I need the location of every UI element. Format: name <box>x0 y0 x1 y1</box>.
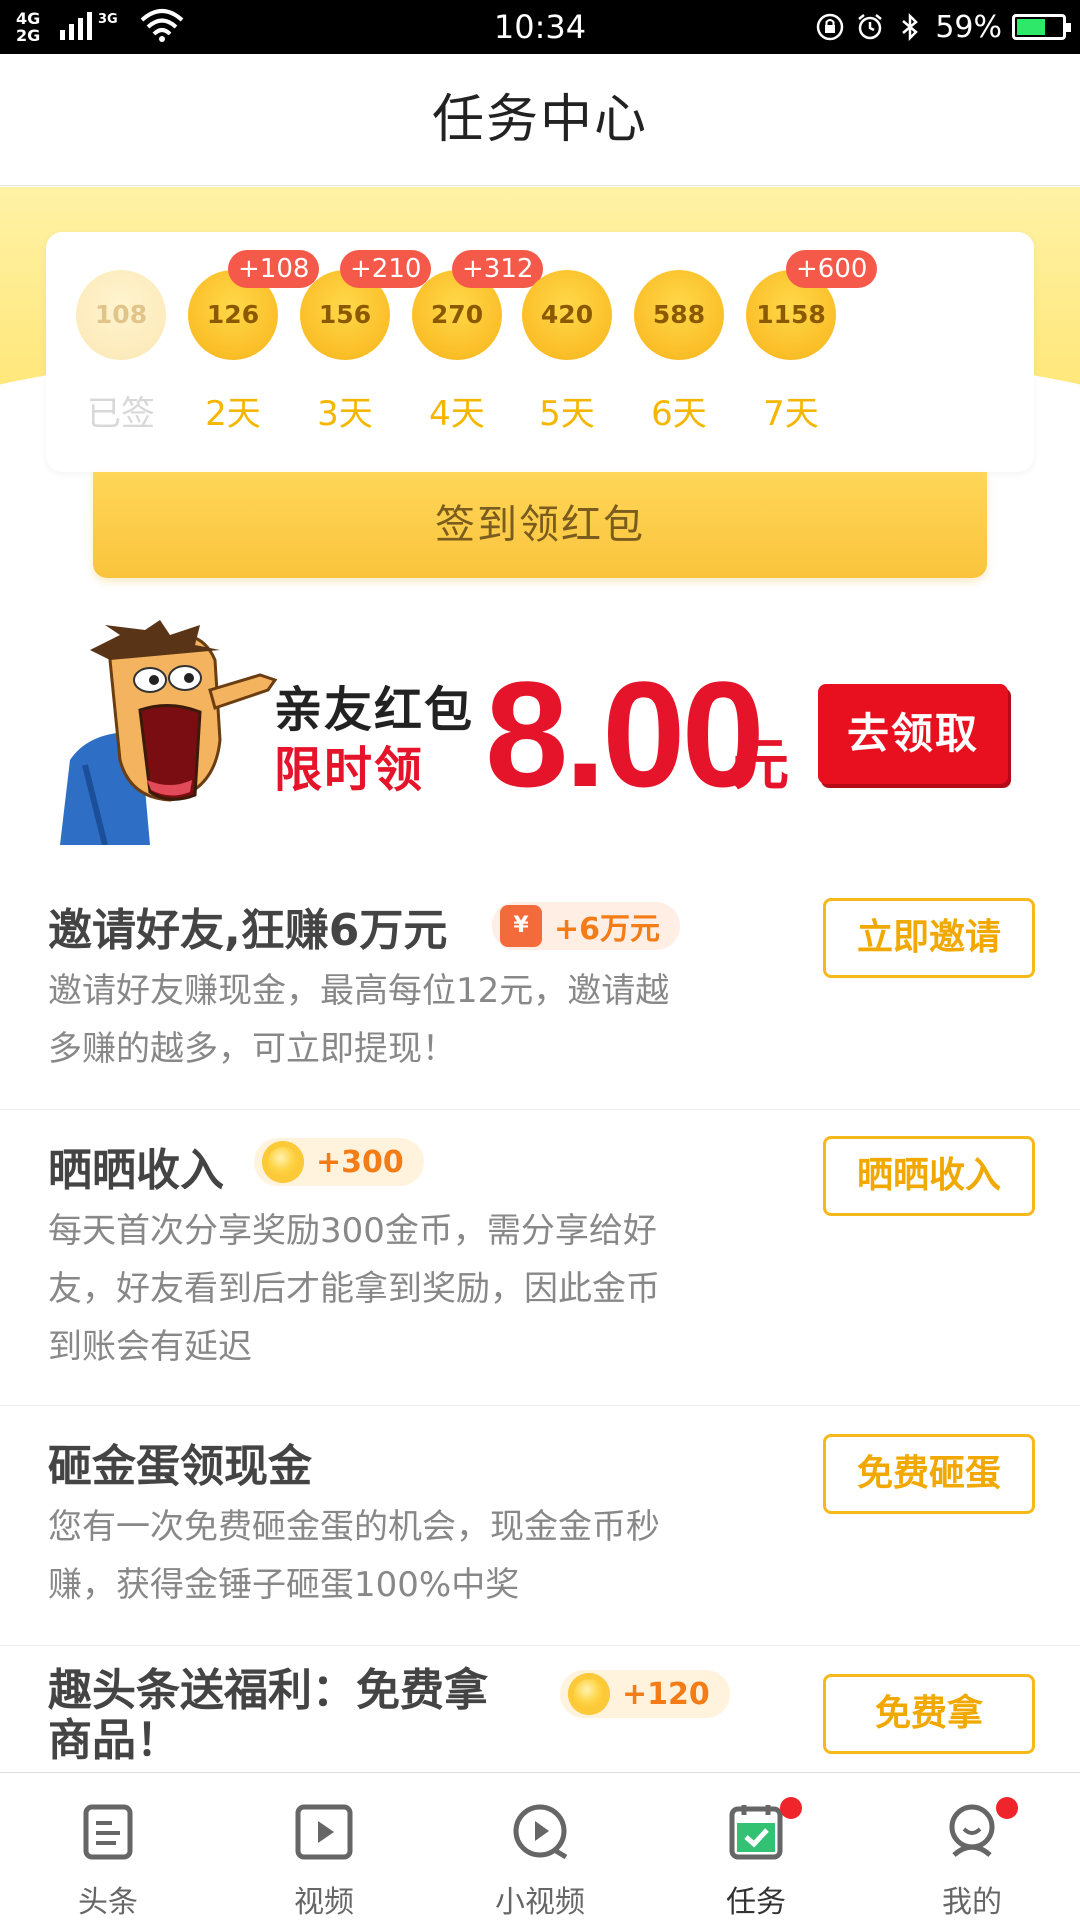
get-free-button[interactable]: 免费拿 <box>823 1674 1035 1754</box>
task-title: 砸金蛋领现金 <box>48 1441 312 1492</box>
task-icon <box>729 1805 783 1860</box>
signin-day-label: 2天 <box>205 394 261 434</box>
rotation-lock-icon <box>817 13 844 41</box>
bottom-navigation: 头条 视频 小视频 任务 我的 <box>0 1772 1080 1920</box>
task-description: 邀请好友赚现金，最高每位12元，邀请越多赚的越多，可立即提现！ <box>48 971 670 1069</box>
promo-line2: 限时领 <box>274 742 425 798</box>
cartoon-character-illustration <box>60 620 278 845</box>
task-golden-egg: 砸金蛋领现金 您有一次免费砸金蛋的机会，现金金币秒赚，获得金锤子砸蛋100%中奖… <box>0 1406 1080 1646</box>
promo-unit: 元 <box>733 733 789 798</box>
news-icon <box>83 1804 133 1860</box>
task-reward-value: +300 <box>316 1144 404 1180</box>
yen-icon: ¥ <box>500 905 542 947</box>
signin-day-label: 4天 <box>429 394 485 434</box>
signin-day-label: 已签 <box>87 394 155 434</box>
nav-label: 任务 <box>726 1885 786 1920</box>
promo-amount: 8.00 <box>485 650 765 818</box>
page-header: 任务中心 <box>0 54 1080 186</box>
promo-banner[interactable]: 亲友红包 限时领 8.00 元 去领取 <box>50 620 1030 845</box>
signin-day-4: 270 +312 4天 <box>402 250 544 440</box>
task-description: 您有一次免费砸金蛋的机会，现金金币秒赚，获得金锤子砸蛋100%中奖 <box>48 1507 660 1605</box>
share-income-button[interactable]: 晒晒收入 <box>823 1136 1035 1216</box>
nav-label: 视频 <box>294 1885 354 1920</box>
battery-percent: 59% <box>935 9 1002 45</box>
task-invite-friends: 邀请好友,狂赚6万元 ¥ +6万元 邀请好友赚现金，最高每位12元，邀请越多赚的… <box>0 862 1080 1110</box>
nav-label: 小视频 <box>495 1885 585 1920</box>
task-title: 晒晒收入 <box>48 1145 224 1196</box>
task-description: 每天首次分享奖励300金币，需分享给好友，好友看到后才能拿到奖励，因此金币到账会… <box>48 1211 660 1367</box>
task-free-goods: 趣头条送福利：免费拿 商品！ +120 免费拿 <box>0 1646 1080 1772</box>
invite-now-button[interactable]: 立即邀请 <box>823 898 1035 978</box>
signin-day-label: 7天 <box>763 394 819 434</box>
alarm-icon <box>858 14 883 40</box>
task-title-line2: 商品！ <box>48 1715 180 1766</box>
task-title: 趣头条送福利：免费拿 商品！ <box>48 1666 488 1766</box>
nav-label: 我的 <box>942 1885 1002 1920</box>
coin-icon <box>262 1141 304 1183</box>
profile-icon <box>949 1804 995 1857</box>
notification-badge <box>996 1797 1018 1819</box>
coin-icon <box>568 1673 610 1715</box>
signin-day-label: 5天 <box>539 394 595 434</box>
signin-day-2: 126 +108 2天 <box>178 250 320 440</box>
task-reward-badge: +120 <box>560 1670 730 1718</box>
notification-badge <box>780 1797 802 1819</box>
nav-item-profile[interactable]: 我的 <box>864 1773 1080 1920</box>
nav-item-headlines[interactable]: 头条 <box>0 1773 216 1920</box>
coin-icon: 588 <box>634 270 724 360</box>
task-reward-value: +120 <box>622 1676 710 1712</box>
nav-item-tasks[interactable]: 任务 <box>648 1773 864 1920</box>
nav-item-short-video[interactable]: 小视频 <box>432 1773 648 1920</box>
claim-redpacket-button[interactable]: 去领取 <box>818 684 1008 784</box>
video-icon <box>295 1804 353 1860</box>
signin-card: 108 已签 126 +108 2天 156 +210 3天 270 +312 4天 420 5天 588… <box>46 232 1034 472</box>
coin-icon: 420 <box>522 270 612 360</box>
short-video-icon <box>513 1804 568 1860</box>
signin-day-1: 108 已签 <box>66 270 176 440</box>
signin-day-label: 3天 <box>317 394 373 434</box>
nav-item-video[interactable]: 视频 <box>216 1773 432 1920</box>
task-title: 邀请好友,狂赚6万元 <box>48 905 448 956</box>
battery-icon <box>1012 14 1071 40</box>
signin-day-5: 420 5天 <box>512 270 622 440</box>
task-reward-badge: +300 <box>254 1138 424 1186</box>
task-title-line1: 趣头条送福利：免费拿 <box>48 1665 488 1716</box>
page-title: 任务中心 <box>431 90 648 150</box>
free-smash-egg-button[interactable]: 免费砸蛋 <box>823 1434 1035 1514</box>
signin-day-6: 588 6天 <box>624 270 734 440</box>
signin-day-label: 6天 <box>651 394 707 434</box>
signin-day-3: 156 +210 3天 <box>290 250 432 440</box>
task-reward-value: +6万元 <box>554 912 661 947</box>
status-bar: 4G 2G 3G 10:34 59% <box>0 0 1080 54</box>
signin-button[interactable]: 签到领红包 <box>93 472 987 578</box>
bonus-badge: +600 <box>786 250 878 288</box>
bluetooth-icon <box>902 12 919 42</box>
task-share-income: 晒晒收入 +300 每天首次分享奖励300金币，需分享给好友，好友看到后才能拿到… <box>0 1110 1080 1406</box>
task-reward-badge: ¥ +6万元 <box>492 902 681 950</box>
nav-label: 头条 <box>78 1885 138 1920</box>
coin-icon: 108 <box>76 270 166 360</box>
signin-day-7: 1158 +600 7天 <box>736 250 878 440</box>
